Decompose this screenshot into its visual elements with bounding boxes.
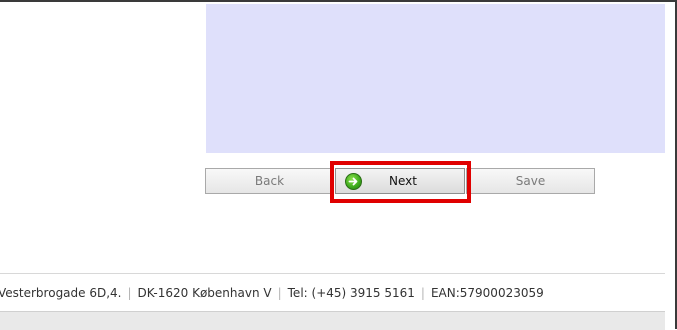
footer-separator: | [420,286,425,300]
next-button-label: Next [389,174,417,188]
footer-separator: | [127,286,132,300]
next-button[interactable]: Next [335,168,465,194]
save-button-label: Save [515,174,546,188]
button-bar: Back Next Save [205,168,595,194]
footer-phone: Tel: (+45) 3915 5161 [287,286,415,300]
footer-separator: | [277,286,282,300]
back-button-label: Back [254,174,285,188]
footer-ean: EAN:57900023059 [430,286,544,300]
arrow-right-circle-icon [345,172,362,190]
footer-divider [0,273,665,274]
save-button[interactable]: Save [466,168,595,194]
content-panel [206,4,665,153]
footer-address: Vesterbrogade 6D,4. [0,286,122,300]
back-button[interactable]: Back [205,168,334,194]
footer-band [0,311,665,330]
top-border [0,0,677,2]
footer-contact-line: Vesterbrogade 6D,4. | DK-1620 København V |… [0,286,665,300]
footer-city: DK-1620 København V [137,286,272,300]
